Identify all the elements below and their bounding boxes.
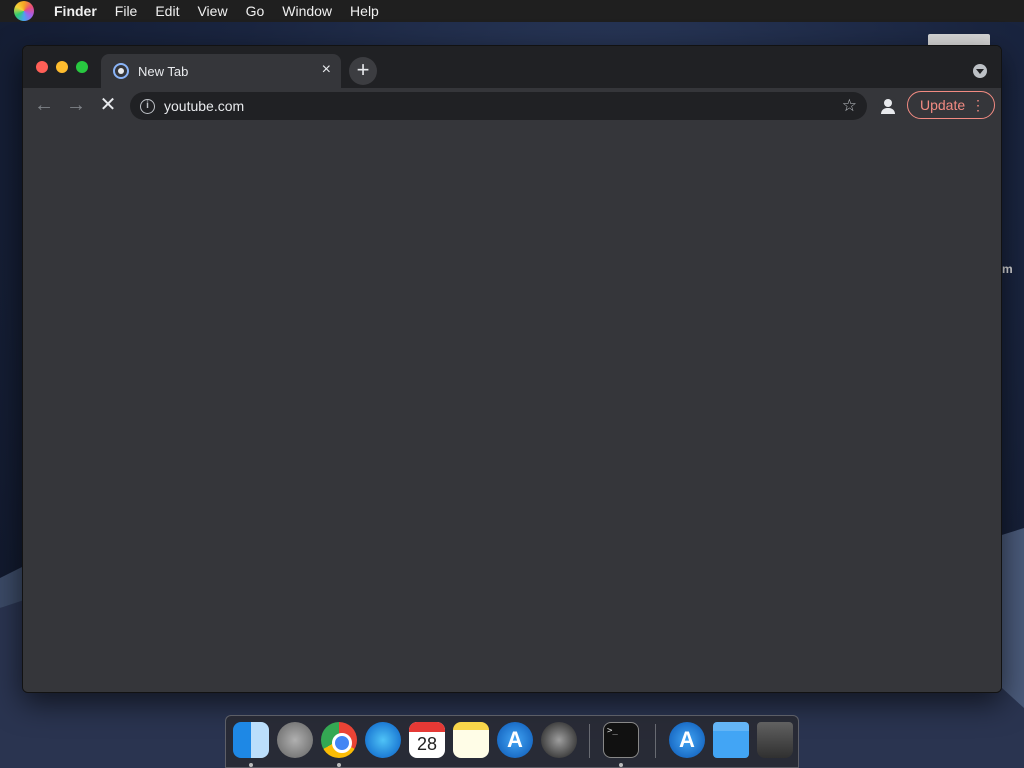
tab-new-tab[interactable]: New Tab × xyxy=(101,54,341,88)
app-store-icon[interactable]: A xyxy=(497,722,533,758)
safari-icon[interactable] xyxy=(365,722,401,758)
terminal-icon[interactable]: >_ xyxy=(603,722,639,758)
running-indicator xyxy=(337,763,341,767)
profile-avatar-icon[interactable] xyxy=(878,96,898,116)
menu-file[interactable]: File xyxy=(115,3,138,19)
finder-icon[interactable] xyxy=(233,722,269,758)
address-bar[interactable]: i youtube.com ☆ xyxy=(130,92,867,120)
tab-close-icon[interactable]: × xyxy=(322,62,331,78)
forward-button[interactable]: → xyxy=(64,94,88,118)
window-close-button[interactable] xyxy=(36,61,48,73)
back-button[interactable]: ← xyxy=(32,94,56,118)
downloads-folder-icon[interactable] xyxy=(713,722,749,758)
chrome-icon[interactable] xyxy=(321,722,357,758)
tab-search-icon[interactable] xyxy=(973,64,987,78)
applications-folder-icon[interactable]: A xyxy=(669,722,705,758)
menu-view[interactable]: View xyxy=(197,3,227,19)
launchpad-icon[interactable] xyxy=(277,722,313,758)
new-tab-button[interactable]: + xyxy=(349,57,377,85)
browser-toolbar: ← → ✕ i youtube.com ☆ Update ⋮ xyxy=(23,88,1001,124)
menu-window[interactable]: Window xyxy=(282,3,332,19)
tab-strip: New Tab × + xyxy=(23,46,1001,88)
update-label: Update xyxy=(920,97,966,113)
menu-help[interactable]: Help xyxy=(350,3,379,19)
bookmark-star-icon[interactable]: ☆ xyxy=(842,96,857,116)
window-minimize-button[interactable] xyxy=(56,61,68,73)
dock: 28 A >_ A xyxy=(225,715,799,768)
menu-finder[interactable]: Finder xyxy=(54,3,97,19)
url-text[interactable]: youtube.com xyxy=(164,98,244,114)
desktop-item-label[interactable]: m xyxy=(1002,262,1013,276)
trash-icon[interactable] xyxy=(757,722,793,758)
dock-separator xyxy=(655,724,656,758)
apple-menu-icon[interactable] xyxy=(14,1,34,21)
notes-icon[interactable] xyxy=(453,722,489,758)
running-indicator xyxy=(249,763,253,767)
site-info-icon[interactable]: i xyxy=(140,98,155,114)
tab-title: New Tab xyxy=(138,63,189,79)
page-content-area[interactable] xyxy=(23,124,1001,692)
dock-separator xyxy=(589,724,590,758)
chrome-menu-icon[interactable]: ⋮ xyxy=(971,97,985,113)
stop-loading-button[interactable]: ✕ xyxy=(96,94,120,118)
menu-bar: Finder File Edit View Go Window Help xyxy=(0,0,1024,22)
menu-edit[interactable]: Edit xyxy=(155,3,179,19)
window-maximize-button[interactable] xyxy=(76,61,88,73)
update-button[interactable]: Update ⋮ xyxy=(907,91,995,119)
loading-favicon-icon xyxy=(113,63,129,79)
system-preferences-icon[interactable] xyxy=(541,722,577,758)
browser-window: New Tab × + ← → ✕ i youtube.com ☆ Update… xyxy=(22,45,1002,693)
running-indicator xyxy=(619,763,623,767)
calendar-icon[interactable]: 28 xyxy=(409,722,445,758)
menu-go[interactable]: Go xyxy=(246,3,265,19)
